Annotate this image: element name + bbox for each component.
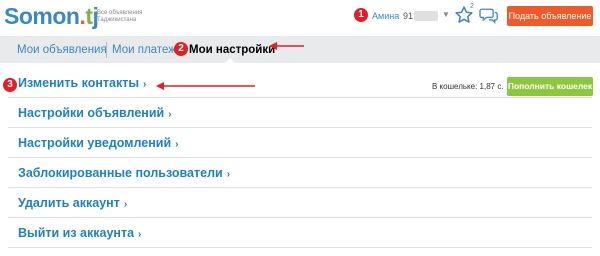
annotation-arrow-icon (156, 82, 255, 90)
settings-item-logout[interactable]: Выйти из аккаунта (8, 218, 592, 248)
active-tab-pointer (224, 58, 236, 64)
settings-item-label[interactable]: Настройки уведомлений (18, 136, 179, 150)
tab-my-payments[interactable]: Мои платежи (112, 44, 176, 56)
site-tagline: Все объявления Таджикистана (97, 10, 143, 23)
user-phone-prefix: 91 (403, 11, 414, 21)
settings-item-notification-settings[interactable]: Настройки уведомлений (8, 128, 592, 158)
user-name-link[interactable]: Амина (372, 11, 399, 21)
site-logo[interactable]: Somon.tj (4, 3, 99, 30)
annotation-step-1: 1 (354, 8, 368, 22)
chevron-down-icon[interactable]: ▼ (442, 10, 450, 19)
logo-text-t: t (85, 3, 93, 29)
settings-item-label[interactable]: Настройки объявлений (18, 106, 172, 120)
settings-item-label[interactable]: Выйти из аккаунта (18, 226, 141, 240)
chat-icon[interactable] (479, 6, 499, 24)
annotation-step-3: 3 (3, 78, 17, 92)
annotation-step-2: 2 (174, 42, 188, 56)
tab-my-ads[interactable]: Мои объявления (17, 44, 107, 56)
settings-item-label[interactable]: Заблокированные пользователи (18, 166, 230, 180)
post-ad-button[interactable]: Подать объявление (507, 6, 593, 26)
favorites-count-badge: 2 (470, 3, 474, 10)
settings-item-ad-settings[interactable]: Настройки объявлений (8, 98, 592, 128)
user-phone-redacted (414, 11, 438, 21)
settings-item-label[interactable]: Удалить аккаунт (18, 196, 127, 210)
site-header: Somon.tj Все объявления Таджикистана 1 А… (0, 0, 600, 36)
annotation-arrow-icon (269, 42, 304, 50)
settings-item-label[interactable]: Изменить контакты (18, 76, 146, 90)
settings-item-blocked-users[interactable]: Заблокированные пользователи (8, 158, 592, 188)
settings-item-change-contacts[interactable]: Изменить контакты (8, 68, 592, 98)
tab-divider (106, 42, 107, 58)
settings-item-delete-account[interactable]: Удалить аккаунт (8, 188, 592, 218)
logo-text-somon: Somon (4, 3, 80, 29)
tab-my-settings[interactable]: Мои настройки (189, 44, 275, 56)
